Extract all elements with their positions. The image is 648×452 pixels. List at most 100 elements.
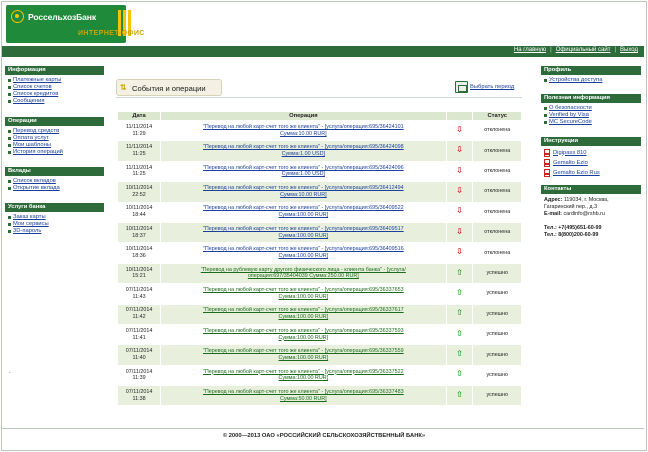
sidebar-heading: Инструкции	[541, 137, 641, 146]
operation-amount-link[interactable]: Сумма:100.00 RUR]	[163, 335, 443, 342]
operation-amount-link[interactable]: Сумма:50.00 RUR]	[163, 396, 443, 403]
official-site-link[interactable]: Официальный сайт	[556, 47, 611, 53]
operation-status: успешно	[472, 364, 522, 387]
operation-link[interactable]: "Перевод на любой карт-счет того же клие…	[163, 287, 443, 294]
operation-link[interactable]: "Перевод на любой карт-счет того же клие…	[163, 226, 443, 233]
operation-link[interactable]: "Перевод на любой карт-счет того же клие…	[163, 369, 443, 376]
direction-cell: ⇧	[445, 364, 474, 387]
operation-amount-link[interactable]: Сумма:10.00 RUR]	[163, 192, 443, 199]
operation-description[interactable]: "Перевод на любой карт-счет того же клие…	[160, 364, 447, 387]
bullet-icon	[8, 79, 11, 82]
table-row[interactable]: 07/11/2014 11:42 "Перевод на любой карт-сч…	[116, 303, 522, 325]
operation-link[interactable]: "Перевод на любой карт-счет того же клие…	[163, 205, 443, 212]
arrow-down-icon: ⇩	[456, 165, 463, 175]
operation-description[interactable]: "Перевод на любой карт-счет того же клие…	[160, 160, 447, 183]
pdf-icon	[544, 159, 550, 167]
operation-description[interactable]: "Перевод на любой карт-счет того же клие…	[160, 242, 447, 264]
operation-amount-link[interactable]: Сумма:100.00 RUR]	[163, 212, 443, 219]
column-header-date: Дата	[116, 111, 162, 121]
table-row[interactable]: 07/11/2014 11:39 "Перевод на любой карт-сч…	[116, 364, 522, 387]
table-row[interactable]: 07/11/2014 11:43 "Перевод на любой карт-сч…	[116, 283, 522, 305]
table-row[interactable]: 10/11/2014 15:21 "Перевод на рублевую карт…	[116, 262, 522, 285]
direction-cell: ⇩	[445, 201, 474, 223]
sidebar-item-pay-services[interactable]: Оплата услуг	[8, 135, 101, 142]
calendar-icon[interactable]	[455, 81, 468, 93]
arrow-down-icon: ⇩	[456, 226, 463, 236]
instruction-gemalto-ezio[interactable]: Gemalto Ezio	[544, 158, 638, 168]
choose-period-button[interactable]: Выбрать период	[455, 81, 514, 93]
sidebar-item-deposit-list[interactable]: Список вкладов	[8, 178, 101, 185]
operation-description[interactable]: "Перевод на любой карт-счет того же клие…	[160, 323, 447, 346]
operation-description[interactable]: "Перевод на любой карт-счет того же клие…	[160, 303, 447, 325]
operation-amount-link[interactable]: Сумма:100.00 RUR]	[163, 294, 443, 301]
operation-description[interactable]: "Перевод на любой карт-счет того же клие…	[160, 385, 447, 407]
operation-link[interactable]: "Перевод на любой карт-счет того же клие…	[163, 185, 443, 192]
table-row[interactable]: 11/11/2014 11:29 "Перевод на любой карт-сч…	[116, 119, 522, 142]
bullet-icon	[8, 151, 11, 154]
operation-amount-link[interactable]: Сумма:100.00 RUR]	[163, 375, 443, 382]
sidebar-item-transfer[interactable]: Перевод средств	[8, 128, 101, 135]
table-row[interactable]: 10/11/2014 18:36 "Перевод на любой карт-сч…	[116, 242, 522, 264]
operation-amount-link[interactable]: Сумма:1.00 USD]	[163, 171, 443, 178]
sidebar-item-open-deposit[interactable]: Открытие вклада	[8, 185, 101, 192]
operation-description[interactable]: "Перевод на любой карт-счет того же клие…	[160, 344, 447, 366]
operation-link[interactable]: "Перевод на любой карт-счет того же клие…	[163, 144, 443, 151]
table-row[interactable]: 10/11/2014 18:37 "Перевод на любой карт-сч…	[116, 221, 522, 244]
operation-link[interactable]: "Перевод на любой карт-счет того же клие…	[163, 307, 443, 314]
instruction-gemalto-ezio-rus[interactable]: Gemalto Ezio Rus	[544, 168, 638, 178]
table-row[interactable]: 07/11/2014 11:40 "Перевод на любой карт-сч…	[116, 344, 522, 366]
operation-amount-link[interactable]: Сумма:100.00 RUR]	[163, 253, 443, 260]
sidebar-item-verified-by-visa[interactable]: Verified by Visa	[544, 112, 638, 119]
operation-description[interactable]: "Перевод на любой карт-счет того же клие…	[160, 140, 447, 162]
operation-link[interactable]: "Перевод на любой карт-счет того же клие…	[163, 124, 443, 131]
operation-description[interactable]: "Перевод на любой карт-счет того же клие…	[160, 221, 447, 244]
operation-description[interactable]: "Перевод на любой карт-счет того же клие…	[160, 283, 447, 305]
instruction-digipass[interactable]: Digipass 810	[544, 148, 638, 158]
arrow-up-icon: ⇧	[456, 349, 463, 359]
operation-amount-link[interactable]: Сумма:100.00 RUR]	[163, 355, 443, 362]
operation-description[interactable]: "Перевод на любой карт-счет того же клие…	[160, 181, 447, 203]
bank-logo[interactable]: РоссельхозБанк	[6, 5, 131, 43]
sidebar-item-messages[interactable]: Сообщения	[8, 98, 101, 105]
table-row[interactable]: 07/11/2014 11:41 "Перевод на любой карт-сч…	[116, 323, 522, 346]
sidebar-item-mc-securecode[interactable]: MC SecureCode	[544, 119, 638, 126]
operation-amount-link[interactable]: Сумма:10.00 RUR]	[163, 131, 443, 138]
bullet-icon	[544, 107, 547, 110]
operation-description[interactable]: "Перевод на рублевую карту другого физич…	[160, 262, 447, 285]
operation-link[interactable]: "Перевод на любой карт-счет того же клие…	[163, 348, 443, 355]
sidebar-item-history[interactable]: История операций	[8, 149, 101, 156]
sidebar-section-contacts: Контакты Адрес: 119034, г. Москва, Гагар…	[541, 185, 641, 242]
table-header-row: Дата Операция Статус	[116, 111, 522, 121]
sidebar-item-credits[interactable]: Список кредитов	[8, 91, 101, 98]
operation-description[interactable]: "Перевод на любой карт-счет того же клие…	[160, 201, 447, 223]
table-row[interactable]: 11/11/2014 11:25 "Перевод на любой карт-сч…	[116, 160, 522, 183]
operation-link[interactable]: "Перевод на любой карт-счет того же клие…	[163, 328, 443, 335]
sidebar-item-payment-cards[interactable]: Платежные карты	[8, 77, 101, 84]
operation-link[interactable]: "Перевод на любой карт-счет того же клие…	[163, 389, 443, 396]
sidebar-item-my-services[interactable]: Мои сервисы	[8, 221, 101, 228]
operation-status: отклонена	[472, 140, 522, 162]
operation-amount-link[interactable]: Сумма:1.00 USD]	[163, 151, 443, 158]
sidebar-item-accounts[interactable]: Список счетов	[8, 84, 101, 91]
direction-cell: ⇧	[445, 323, 474, 346]
sidebar-item-3d-password[interactable]: 3D-пароль	[8, 228, 101, 235]
choose-period-label[interactable]: Выбрать период	[470, 84, 514, 90]
table-row[interactable]: 10/11/2014 18:44 "Перевод на любой карт-сч…	[116, 201, 522, 223]
table-row[interactable]: 10/11/2014 22:52 "Перевод на любой карт-сч…	[116, 181, 522, 203]
table-row[interactable]: 11/11/2014 11:25 "Перевод на любой карт-сч…	[116, 140, 522, 162]
logout-link[interactable]: Выход	[620, 47, 638, 53]
operation-date: 07/11/2014 11:40	[116, 344, 162, 366]
table-row[interactable]: 07/11/2014 11:38 "Перевод на любой карт-сч…	[116, 385, 522, 407]
operation-description[interactable]: "Перевод на любой карт-счет того же клие…	[160, 119, 447, 142]
sidebar-item-access-devices[interactable]: Устройства доступа	[544, 77, 638, 84]
operation-link[interactable]: "Перевод на рублевую карту другого физич…	[163, 267, 443, 274]
operation-amount-link[interactable]: Сумма:100.00 RUR]	[163, 314, 443, 321]
operation-link[interactable]: "Перевод на любой карт-счет того же клие…	[163, 165, 443, 172]
operation-link[interactable]: "Перевод на любой карт-счет того же клие…	[163, 246, 443, 253]
sidebar-item-order-card[interactable]: Заказ карты	[8, 214, 101, 221]
operation-amount-link[interactable]: операция:697/35404039 Сумма:250.00 RUR]	[163, 273, 443, 280]
operation-amount-link[interactable]: Сумма:100.00 RUR]	[163, 233, 443, 240]
home-link[interactable]: На главную	[514, 47, 546, 53]
sidebar-item-security[interactable]: О безопасности	[544, 105, 638, 112]
sidebar-item-templates[interactable]: Мои шаблоны	[8, 142, 101, 149]
